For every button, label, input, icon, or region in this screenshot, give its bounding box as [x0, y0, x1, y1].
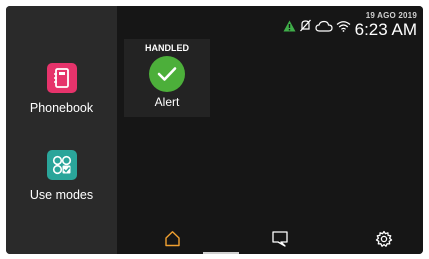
clock: 19 AGO 2019 6:23 AM	[355, 11, 417, 39]
settings-nav-button[interactable]	[369, 230, 399, 252]
status-icons	[283, 19, 351, 37]
alert-label: Alert	[154, 95, 180, 109]
phonebook-label: Phonebook	[29, 101, 94, 115]
use-modes-label: Use modes	[29, 188, 94, 202]
bottom-nav	[117, 224, 423, 254]
main-panel: 19 AGO 2019 6:23 AM HANDLED Alert	[117, 6, 423, 254]
alert-state-label: HANDLED	[145, 43, 189, 53]
use-modes-app[interactable]: Use modes	[6, 150, 117, 202]
messages-nav-button[interactable]	[265, 230, 295, 252]
settings-icon	[375, 230, 393, 253]
scroll-indicator	[203, 252, 239, 254]
phonebook-app[interactable]: Phonebook	[6, 63, 117, 115]
device-screen: Phonebook Use modes 19 AGO 2019 6:23 AM …	[6, 6, 423, 254]
time-label: 6:23 AM	[354, 20, 417, 39]
home-nav-button[interactable]	[157, 230, 187, 252]
warning-icon[interactable]	[283, 19, 296, 37]
alert-widget[interactable]: HANDLED Alert	[124, 39, 210, 117]
app-sidebar: Phonebook Use modes	[6, 6, 117, 254]
date-label: 19 AGO 2019	[365, 11, 417, 20]
status-bar: 19 AGO 2019 6:23 AM	[283, 11, 417, 39]
cloud-icon	[315, 19, 333, 37]
message-icon	[271, 230, 289, 252]
phonebook-icon	[46, 63, 77, 93]
checkmark-icon	[149, 56, 185, 92]
home-icon	[164, 230, 181, 252]
use-modes-icon	[46, 150, 77, 180]
wifi-icon	[336, 19, 351, 37]
mute-icon	[299, 19, 312, 37]
